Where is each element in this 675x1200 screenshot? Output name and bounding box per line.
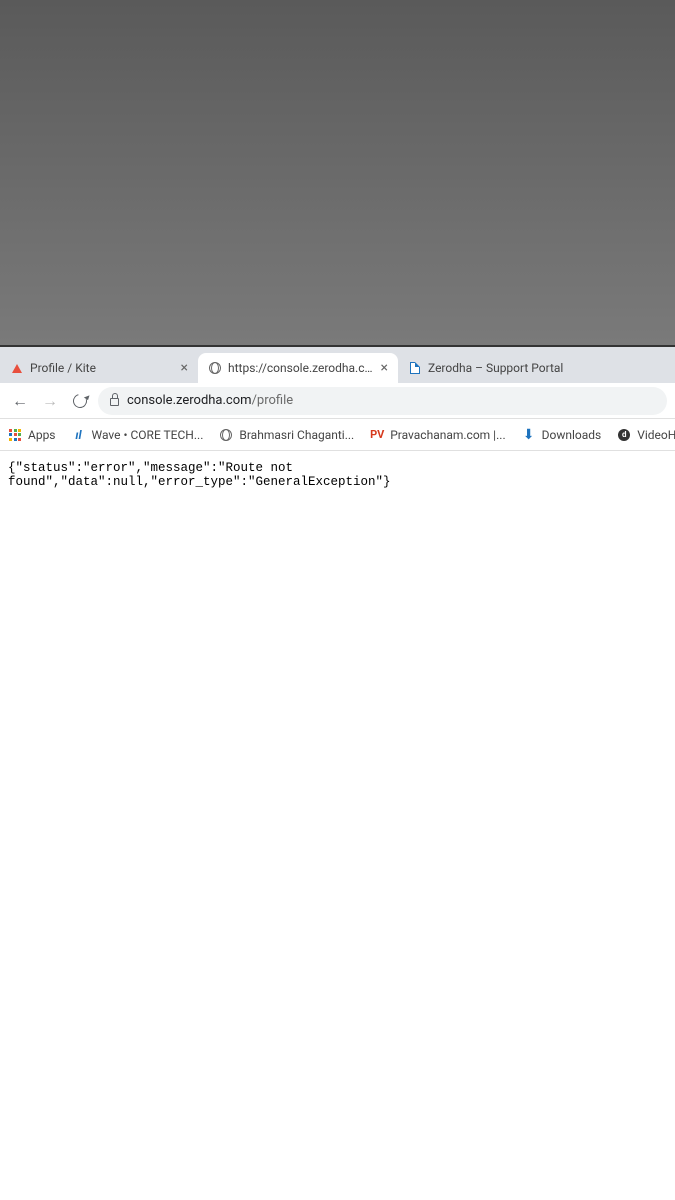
document-favicon-icon bbox=[408, 361, 422, 375]
browser-toolbar: ← → console.zerodha.com/profile bbox=[0, 383, 675, 419]
close-icon[interactable]: × bbox=[181, 360, 188, 376]
reload-icon bbox=[70, 391, 89, 410]
bookmark-label: VideoH bbox=[637, 428, 675, 442]
json-error-response: {"status":"error","message":"Route not f… bbox=[8, 461, 391, 489]
bookmark-downloads[interactable]: ⬇ Downloads bbox=[522, 428, 602, 442]
tab-title: Zerodha – Support Portal bbox=[428, 361, 588, 375]
wave-icon: ıl bbox=[72, 428, 86, 442]
bookmark-brahmasri[interactable]: Brahmasri Chaganti... bbox=[219, 428, 354, 442]
photo-background-wall bbox=[0, 0, 675, 345]
tab-console-zerodha[interactable]: https://console.zerodha.com/pro × bbox=[198, 353, 398, 383]
url-path: /profile bbox=[252, 393, 294, 408]
bookmark-apps[interactable]: Apps bbox=[8, 428, 56, 442]
kite-favicon-icon bbox=[10, 361, 24, 375]
globe-favicon-icon bbox=[208, 361, 222, 375]
videoh-icon: d bbox=[617, 428, 631, 442]
apps-grid-icon bbox=[8, 428, 22, 442]
tab-profile-kite[interactable]: Profile / Kite × bbox=[0, 353, 198, 383]
url-host: console.zerodha.com bbox=[127, 393, 252, 408]
browser-window: Profile / Kite × https://console.zerodha… bbox=[0, 345, 675, 499]
back-button[interactable]: ← bbox=[8, 389, 32, 413]
bookmark-pravachanam[interactable]: PV Pravachanam.com |... bbox=[370, 428, 505, 442]
page-body-json: {"status":"error","message":"Route not f… bbox=[0, 451, 675, 499]
close-icon[interactable]: × bbox=[381, 360, 388, 376]
tab-strip: Profile / Kite × https://console.zerodha… bbox=[0, 347, 675, 383]
bookmark-videoh[interactable]: d VideoH bbox=[617, 428, 675, 442]
pv-icon: PV bbox=[370, 428, 384, 442]
bookmark-label: Apps bbox=[28, 428, 56, 442]
forward-button[interactable]: → bbox=[38, 389, 62, 413]
bookmarks-bar: Apps ıl Wave • CORE TECH... Brahmasri Ch… bbox=[0, 419, 675, 451]
bookmark-label: Wave • CORE TECH... bbox=[92, 428, 204, 442]
tab-zerodha-support[interactable]: Zerodha – Support Portal bbox=[398, 353, 598, 383]
globe-icon bbox=[219, 428, 233, 442]
tab-title: Profile / Kite bbox=[30, 361, 175, 375]
bookmark-label: Downloads bbox=[542, 428, 602, 442]
bookmark-wave[interactable]: ıl Wave • CORE TECH... bbox=[72, 428, 204, 442]
url-text: console.zerodha.com/profile bbox=[127, 393, 293, 408]
reload-button[interactable] bbox=[68, 389, 92, 413]
bookmark-label: Brahmasri Chaganti... bbox=[239, 428, 354, 442]
tab-title: https://console.zerodha.com/pro bbox=[228, 361, 375, 375]
address-bar[interactable]: console.zerodha.com/profile bbox=[98, 387, 667, 415]
download-icon: ⬇ bbox=[522, 428, 536, 442]
lock-icon bbox=[110, 398, 119, 406]
bookmark-label: Pravachanam.com |... bbox=[390, 428, 505, 442]
